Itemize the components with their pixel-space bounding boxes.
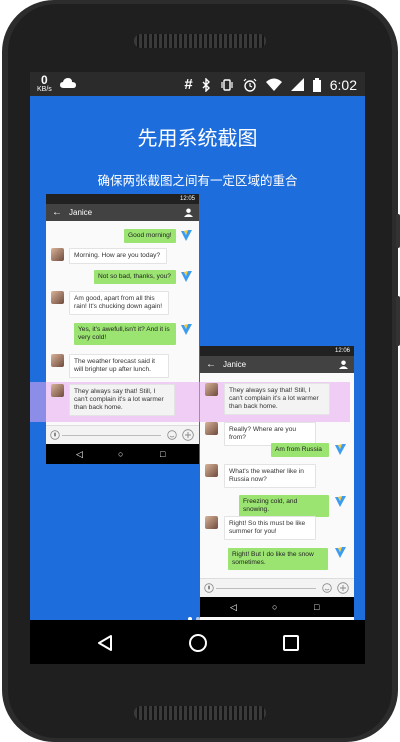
- back-icon: ◁: [76, 449, 83, 459]
- nav-back-button[interactable]: [94, 632, 116, 654]
- message-bubble: Yes, it's awefull,isn't it? And it is ve…: [74, 323, 176, 345]
- avatar: [205, 422, 218, 435]
- avatar: [51, 291, 64, 304]
- message-bubble: Right! So this must be like summer for y…: [224, 516, 316, 540]
- avatar: [51, 384, 64, 397]
- message-bubble: The weather forecast said it will bright…: [69, 354, 169, 378]
- message-bubble: Am good, apart from all this rain! It's …: [69, 291, 169, 315]
- screen: 0 KB/s # 6:02 先用系统截图 确保两张截图之间有一定区域的重合 12…: [30, 72, 365, 664]
- message-bubble: Good morning!: [124, 229, 176, 243]
- app-logo-icon: [181, 324, 192, 335]
- mini-toolbar: ← Janice: [200, 356, 354, 373]
- home-icon: ○: [118, 449, 124, 459]
- message-bubble: They always say that! Still, I can't com…: [69, 384, 175, 416]
- back-icon: [98, 635, 112, 651]
- volume-button: [396, 214, 400, 248]
- add-icon[interactable]: [182, 429, 194, 441]
- alarm-icon: [243, 78, 257, 92]
- microphone-icon[interactable]: [204, 583, 214, 593]
- emoji-icon[interactable]: [322, 583, 332, 593]
- mini-nav-bar: ◁ ○ □: [46, 444, 199, 464]
- network-speed-unit: KB/s: [37, 86, 52, 93]
- power-button: [396, 296, 400, 346]
- app-logo-icon: [335, 547, 346, 558]
- contact-name: Janice: [69, 208, 93, 217]
- recents-icon: [283, 635, 299, 651]
- status-time: 6:02: [329, 76, 357, 93]
- nav-recents-button[interactable]: [280, 632, 302, 654]
- vibrate-icon: [221, 78, 233, 91]
- message-bubble: Not so bad, thanks, you?: [94, 270, 176, 284]
- message-bubble: Morning. How are you today?: [69, 248, 167, 264]
- add-icon[interactable]: [337, 582, 349, 594]
- battery-icon: [312, 77, 321, 92]
- message-bubble: They always say that! Still, I can't com…: [224, 383, 330, 415]
- back-arrow-icon: ←: [206, 359, 216, 370]
- message-bubble: Am from Russia: [271, 443, 329, 457]
- app-logo-icon: [335, 444, 346, 455]
- home-icon: [189, 634, 207, 652]
- person-icon: [184, 208, 193, 217]
- page-title: 先用系统截图: [137, 126, 258, 150]
- home-icon: ○: [272, 602, 278, 612]
- message-bubble: What's the weather like in Russia now?: [224, 464, 316, 488]
- hash-icon: #: [184, 76, 193, 93]
- bluetooth-icon: [202, 77, 210, 92]
- avatar: [205, 383, 218, 396]
- avatar: [51, 354, 64, 367]
- navigation-bar: [30, 620, 365, 664]
- recents-icon: □: [314, 602, 320, 612]
- back-arrow-icon: ←: [52, 207, 62, 218]
- contact-name: Janice: [223, 360, 247, 369]
- screenshot-first: 12:05 ← Janice Good morning! Morning. Ho…: [46, 194, 199, 464]
- message-input-bar: [200, 578, 354, 598]
- avatar: [51, 248, 64, 261]
- mini-toolbar: ← Janice: [46, 204, 199, 221]
- signal-icon: [290, 78, 304, 91]
- microphone-icon[interactable]: [50, 430, 60, 440]
- status-bar: 0 KB/s # 6:02: [30, 72, 365, 96]
- person-icon: [339, 360, 348, 369]
- message-bubble: Freezing cold, and snowing.: [239, 495, 329, 517]
- mini-nav-bar: ◁ ○ □: [200, 597, 354, 617]
- message-input[interactable]: [62, 435, 161, 436]
- app-logo-icon: [181, 230, 192, 241]
- back-icon: ◁: [230, 602, 237, 612]
- recents-icon: □: [160, 449, 166, 459]
- bottom-speaker: [134, 706, 266, 720]
- emoji-icon[interactable]: [167, 430, 177, 440]
- message-bubble: Right! But I do like the snow sometimes.: [228, 548, 328, 570]
- network-speed: 0 KB/s: [37, 74, 52, 95]
- top-speaker: [134, 34, 266, 48]
- page-subtitle: 确保两张截图之间有一定区域的重合: [97, 173, 298, 188]
- nav-home-button[interactable]: [187, 632, 209, 654]
- message-input[interactable]: [216, 588, 316, 589]
- cloud-icon: [60, 78, 76, 88]
- tutorial-page: 先用系统截图 确保两张截图之间有一定区域的重合 12:05 ← Janice G…: [30, 96, 365, 621]
- message-input-bar: [46, 425, 199, 445]
- avatar: [205, 464, 218, 477]
- wifi-icon: [265, 78, 282, 91]
- mini-status-bar: 12:06: [200, 346, 354, 356]
- avatar: [205, 516, 218, 529]
- status-icons: # 6:02: [184, 76, 357, 93]
- app-logo-icon: [335, 496, 346, 507]
- mini-status-bar: 12:05: [46, 194, 199, 204]
- app-logo-icon: [181, 271, 192, 282]
